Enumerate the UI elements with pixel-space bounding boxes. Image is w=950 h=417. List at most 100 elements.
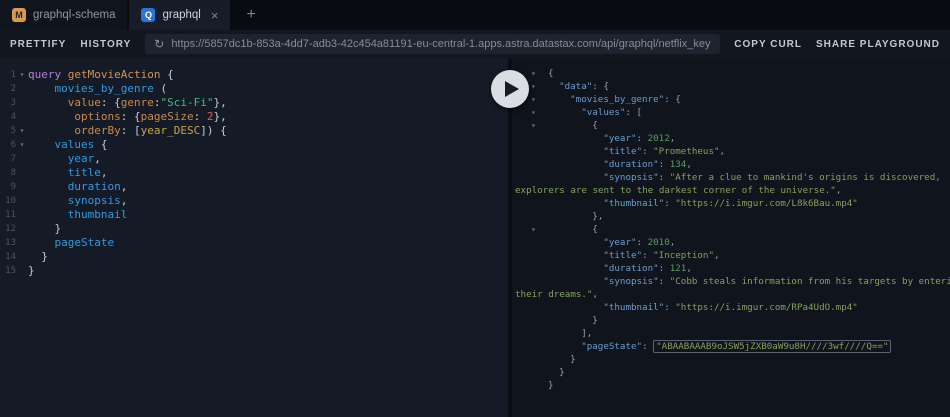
code-line[interactable]: 11 thumbnail: [2, 208, 508, 222]
tab-graphql-schema[interactable]: M graphql-schema: [0, 0, 128, 30]
result-text: "thumbnail": "https://i.imgur.com/L8k6Ba…: [603, 198, 858, 209]
result-text: "title": "Prometheus",: [603, 146, 726, 157]
close-tab-icon[interactable]: ×: [211, 9, 219, 22]
code-text: value: {genre:"Sci-Fi"},: [67, 96, 227, 109]
code-line[interactable]: 6 ▾ values {: [2, 138, 508, 152]
fold-arrow-icon[interactable]: ▾: [16, 138, 28, 152]
result-line: "pageState": "ABAABAAAB9oJSW5jZXB0aW9u8H…: [512, 340, 950, 353]
result-line: },: [512, 210, 950, 223]
history-button[interactable]: HISTORY: [80, 39, 131, 50]
result-text: "pageState": "ABAABAAAB9oJSW5jZXB0aW9u8H…: [512, 340, 892, 353]
fold-gutter: [16, 236, 28, 250]
result-line: }: [512, 379, 950, 392]
fold-gutter: [16, 180, 28, 194]
fold-gutter: [16, 208, 28, 222]
result-text: }: [548, 315, 598, 326]
fold-arrow-icon[interactable]: ▾: [531, 119, 536, 132]
result-line: "title": "Prometheus",: [512, 145, 950, 158]
result-line: "duration": 121,: [512, 262, 950, 275]
fold-arrow-icon[interactable]: ▾: [531, 106, 536, 119]
result-text: },: [548, 211, 604, 222]
code-line[interactable]: 12 }: [2, 222, 508, 236]
result-text: "duration": 121,: [603, 263, 692, 274]
fold-arrow-icon[interactable]: ▾: [531, 67, 536, 80]
code-line[interactable]: 13 pageState: [2, 236, 508, 250]
endpoint-url-input[interactable]: ↻ https://5857dc1b-853a-4dd7-adb3-42c454…: [145, 34, 721, 54]
code-line[interactable]: 2 movies_by_genre (: [2, 82, 508, 96]
result-text: "movies_by_genre": {: [570, 94, 681, 105]
fold-arrow-icon[interactable]: ▾: [531, 223, 536, 236]
result-line: ▾ "data": {: [512, 80, 950, 93]
fold-gutter: [16, 82, 28, 96]
code-line[interactable]: 14 }: [2, 250, 508, 264]
fold-arrow-icon[interactable]: ▾: [531, 80, 536, 93]
code-line[interactable]: 8 title,: [2, 166, 508, 180]
result-line: ▾ {: [512, 223, 950, 236]
result-text: "title": "Inception",: [603, 250, 720, 261]
result-line: "year": 2010,: [512, 236, 950, 249]
share-playground-button[interactable]: SHARE PLAYGROUND: [816, 39, 940, 50]
code-line[interactable]: 10 synopsis,: [2, 194, 508, 208]
code-line[interactable]: 4 options: {pageSize: 2},: [2, 110, 508, 124]
tab-label: graphql-schema: [33, 9, 116, 21]
code-line[interactable]: 7 year,: [2, 152, 508, 166]
code-text: synopsis,: [67, 194, 128, 207]
fold-gutter: [16, 264, 28, 278]
line-number: 15: [5, 266, 16, 276]
result-line: "year": 2012,: [512, 132, 950, 145]
code-text: pageState: [54, 236, 115, 249]
code-text: thumbnail: [67, 208, 128, 221]
line-number: 8: [10, 168, 16, 178]
result-line: "synopsis": "Cobb steals information fro…: [512, 275, 950, 288]
fold-arrow-icon[interactable]: ▾: [16, 68, 28, 82]
copy-curl-button[interactable]: COPY CURL: [734, 39, 802, 50]
result-line: ▾ "values": [: [512, 106, 950, 119]
result-line: "thumbnail": "https://i.imgur.com/L8k6Ba…: [512, 197, 950, 210]
code-line[interactable]: 9 duration,: [2, 180, 508, 194]
result-line: their dreams.",: [512, 288, 950, 301]
code-text: title,: [67, 166, 108, 179]
code-text: values {: [54, 138, 108, 151]
fold-arrow-icon[interactable]: ▾: [16, 124, 28, 138]
code-text: }: [28, 264, 35, 277]
query-editor[interactable]: 1 ▾ query getMovieAction {2 movies_by_genr…: [0, 58, 508, 417]
tab-graphql[interactable]: Q graphql ×: [129, 0, 231, 30]
code-line[interactable]: 1 ▾ query getMovieAction {: [2, 68, 508, 82]
schema-tab-icon: M: [12, 8, 26, 22]
code-text: orderBy: [year_DESC]) {: [74, 124, 227, 137]
fold-gutter: [16, 110, 28, 124]
result-text: "year": 2012,: [603, 133, 676, 144]
line-number: 3: [10, 98, 16, 108]
line-number: 5: [10, 126, 16, 136]
prettify-button[interactable]: PRETTIFY: [10, 39, 66, 50]
result-line: "duration": 134,: [512, 158, 950, 171]
result-text: {: [548, 224, 598, 235]
line-number: 10: [5, 196, 16, 206]
result-line: ▾ "movies_by_genre": {: [512, 93, 950, 106]
result-line: "thumbnail": "https://i.imgur.com/RPa4Ud…: [512, 301, 950, 314]
new-tab-button[interactable]: +: [232, 0, 269, 30]
query-editor-lines: 1 ▾ query getMovieAction {2 movies_by_genr…: [0, 58, 508, 278]
fold-gutter: [16, 194, 28, 208]
result-text: explorers are sent to the darkest corner…: [515, 185, 842, 196]
result-text: their dreams.",: [515, 289, 598, 300]
code-text: query getMovieAction {: [28, 68, 174, 81]
query-tab-icon: Q: [141, 8, 156, 22]
reload-icon[interactable]: ↻: [154, 38, 164, 50]
main-split: 1 ▾ query getMovieAction {2 movies_by_genr…: [0, 58, 950, 417]
result-line: ],: [512, 327, 950, 340]
result-text: ],: [548, 328, 593, 339]
result-line: "title": "Inception",: [512, 249, 950, 262]
code-line[interactable]: 5 ▾ orderBy: [year_DESC]) {: [2, 124, 508, 138]
fold-arrow-icon[interactable]: ▾: [531, 93, 536, 106]
run-query-button[interactable]: [491, 70, 529, 108]
code-text: year,: [67, 152, 101, 165]
tab-label: graphql: [162, 9, 201, 21]
line-number: 1: [10, 70, 16, 80]
code-line[interactable]: 3 value: {genre:"Sci-Fi"},: [2, 96, 508, 110]
code-line[interactable]: 15}: [2, 264, 508, 278]
code-text: movies_by_genre (: [54, 82, 168, 95]
result-line: }: [512, 353, 950, 366]
fold-gutter: [16, 250, 28, 264]
fold-gutter: [16, 152, 28, 166]
